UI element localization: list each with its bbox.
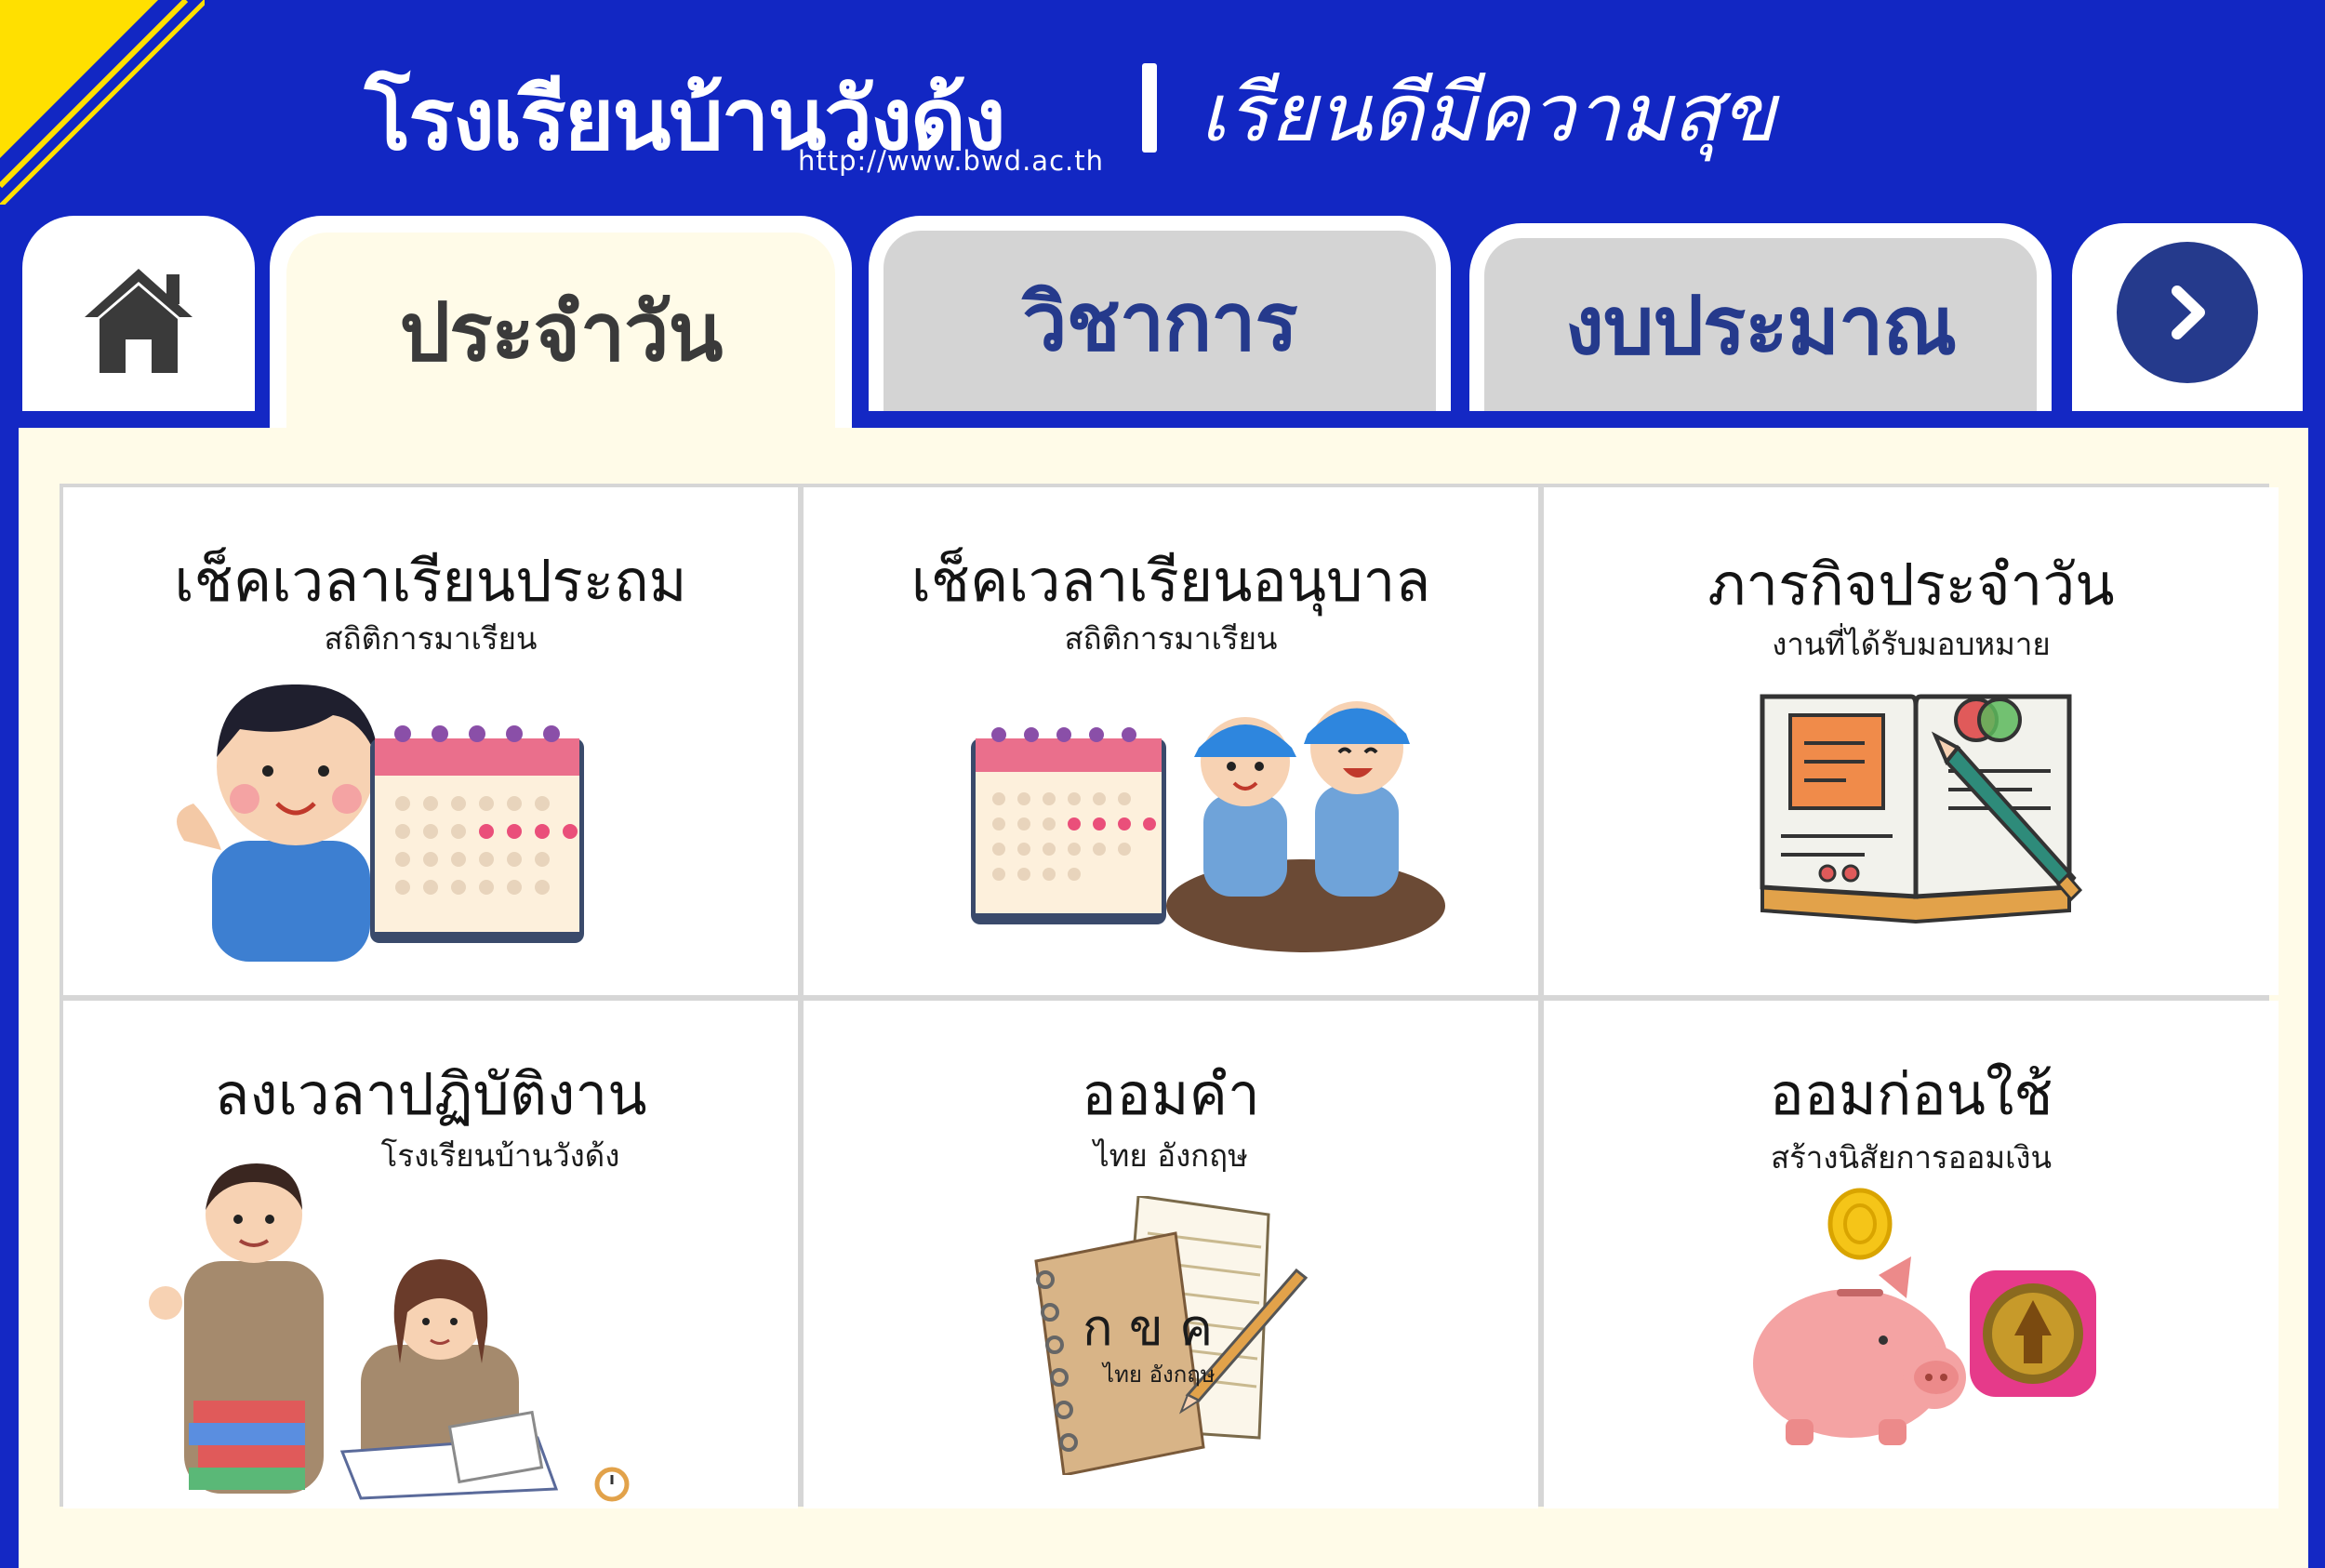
title-divider	[1142, 63, 1157, 153]
piggy-bank-illustration	[1753, 1188, 2096, 1445]
tab-academic[interactable]: วิชาการ	[869, 216, 1451, 411]
notebook-illustration: ก ข ค ไทย อังกฤษ	[1034, 1196, 1309, 1475]
website-url[interactable]: http://www.bwd.ac.th	[798, 145, 1104, 177]
tab-daily-label: ประจำวัน	[399, 286, 724, 379]
tab-academic-label: วิชาการ	[1022, 275, 1298, 369]
next-button[interactable]	[2117, 242, 2258, 383]
card-subtitle: สถิติการมาเรียน	[324, 620, 538, 657]
notebook-letters: ก ข ค	[1083, 1298, 1213, 1357]
chevron-right-icon	[2172, 286, 2205, 339]
card-daily-tasks[interactable]: ภารกิจประจำวัน งานที่ได้รับมอบหมาย	[1544, 487, 2278, 995]
tab-budget-label: งบประมาณ	[1564, 279, 1957, 373]
card-title: ออมก่อนใช้	[1769, 1060, 2053, 1128]
tab-home[interactable]	[22, 216, 255, 411]
school-slogan: เรียนดีมีความสุข	[1200, 67, 1776, 160]
kids-calendar-illustration	[971, 701, 1445, 952]
card-title: ลงเวลาปฏิบัติงาน	[214, 1060, 647, 1128]
card-staff-time-log[interactable]: ลงเวลาปฏิบัติงาน โรงเรียนบ้านวังด้ง	[63, 1001, 798, 1508]
card-kindergarten-attendance[interactable]: เช็คเวลาเรียนอนุบาล สถิติการมาเรียน	[804, 487, 1538, 995]
card-word-savings[interactable]: ออมคำ ไทย อังกฤษ ก ข ค ไทย อังกฤษ	[804, 1001, 1538, 1508]
open-book-illustration	[1760, 694, 2083, 924]
card-saving-before-spending[interactable]: ออมก่อนใช้ สร้างนิสัยการออมเงิน	[1544, 1001, 2278, 1508]
tab-next[interactable]	[2072, 223, 2303, 411]
card-subtitle: งานที่ได้รับมอบหมาย	[1772, 626, 2051, 662]
card-subtitle: สถิติการมาเรียน	[1064, 620, 1278, 657]
card-primary-attendance[interactable]: เช็คเวลาเรียนประถม สถิติการมาเรียน	[63, 487, 798, 995]
home-icon	[85, 269, 193, 373]
tab-budget[interactable]: งบประมาณ	[1469, 223, 2052, 411]
boy-calendar-illustration	[177, 684, 584, 962]
tab-daily[interactable]: ประจำวัน	[270, 216, 852, 430]
card-title: ออมคำ	[1082, 1060, 1260, 1128]
corner-stripe-decoration	[0, 0, 205, 205]
notebook-caption: ไทย อังกฤษ	[1101, 1362, 1216, 1388]
teachers-illustration	[149, 1163, 630, 1502]
card-subtitle: สร้างนิสัยการออมเงิน	[1770, 1139, 2053, 1176]
card-subtitle: ไทย อังกฤษ	[1094, 1137, 1248, 1174]
main-panel: เช็คเวลาเรียนประถม สถิติการมาเรียน เช็คเ…	[19, 428, 2308, 1568]
menu-grid: เช็คเวลาเรียนประถม สถิติการมาเรียน เช็คเ…	[60, 484, 2278, 1508]
card-title: ภารกิจประจำวัน	[1707, 551, 2115, 618]
